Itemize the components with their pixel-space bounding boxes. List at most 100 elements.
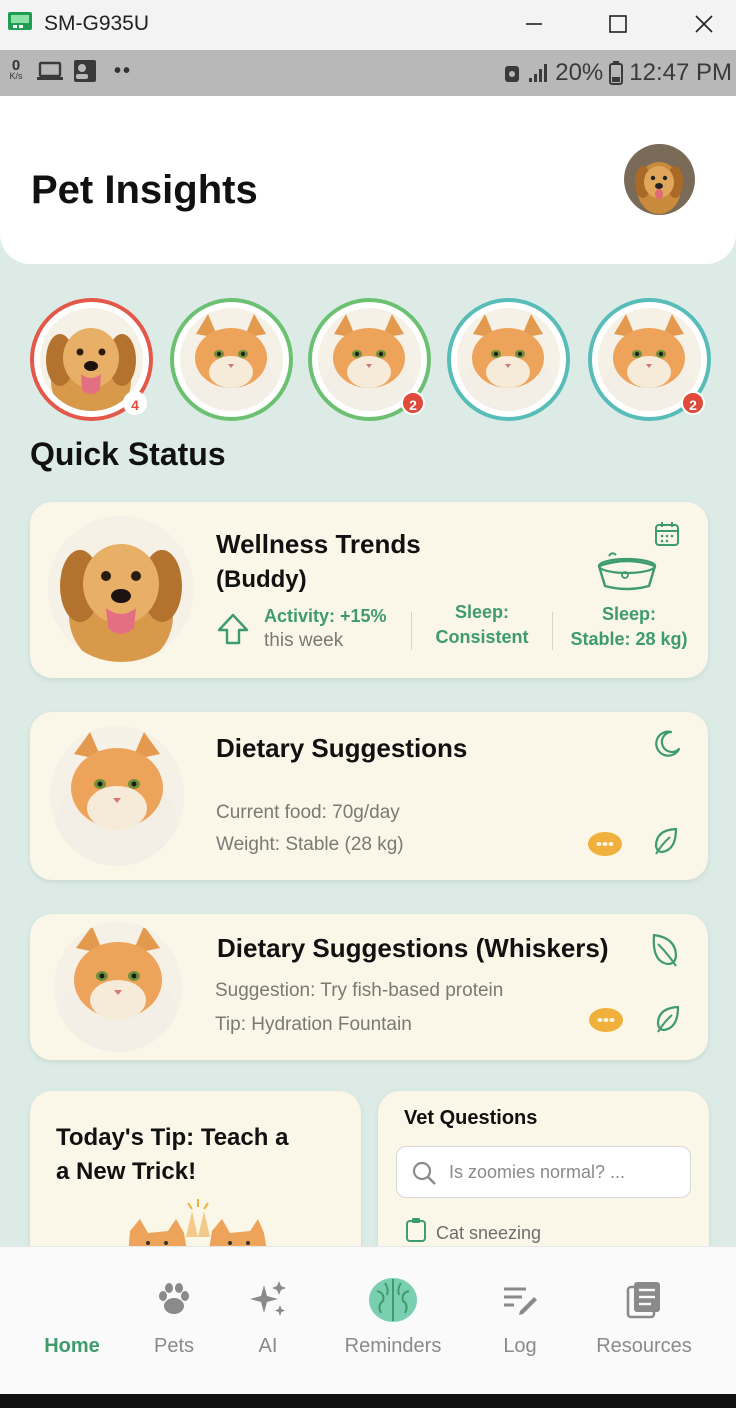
clock: 12:47 PM xyxy=(629,59,732,86)
dietary-title: Dietary Suggestions xyxy=(216,733,468,763)
current-food: Current food: 70g/day xyxy=(216,802,400,823)
nav-ai[interactable]: AI xyxy=(208,1247,328,1394)
pet-avatar-strip: 4 2 2 xyxy=(0,298,736,422)
wellness-title-line2: (Buddy) xyxy=(216,566,307,593)
nav-reminders[interactable]: Reminders xyxy=(333,1247,453,1394)
search-placeholder: Is zoomies normal? ... xyxy=(449,1162,626,1182)
dietary-whiskers-title: Dietary Suggestions (Whiskers) xyxy=(217,933,609,963)
buddy-photo xyxy=(48,516,194,662)
minimize-icon xyxy=(526,23,542,25)
pet-avatar-cat[interactable] xyxy=(447,298,570,421)
close-button[interactable] xyxy=(674,6,734,42)
cat-photo-icon xyxy=(54,922,182,1052)
tip-heading-line1: Today's Tip: Teach a xyxy=(56,1124,289,1151)
tip-heading: Today's Tip: Teach a a New Trick! xyxy=(56,1121,288,1189)
vet-question-item[interactable]: Cat sneezing xyxy=(436,1223,541,1244)
activity-value: Activity: +15% xyxy=(264,606,387,626)
clipboard-icon xyxy=(406,1218,426,1242)
signal-icon xyxy=(529,64,548,82)
notification-badge: 2 xyxy=(401,391,425,415)
page-title: Pet Insights xyxy=(31,168,258,212)
net-speed-unit: K/s xyxy=(9,71,23,81)
cat-icon xyxy=(180,308,283,411)
nav-log[interactable]: Log xyxy=(460,1247,580,1394)
battery-percent: 20% xyxy=(555,59,604,86)
tip-heading-line2: a New Trick! xyxy=(56,1158,197,1185)
edit-list-icon xyxy=(504,1287,537,1315)
nav-label: Log xyxy=(503,1335,537,1357)
sleep-label: Sleep: xyxy=(454,602,510,622)
divider xyxy=(411,612,412,650)
cat-photo-icon xyxy=(50,726,184,866)
net-speed-value: 0 xyxy=(11,57,21,74)
tip-text: Tip: Hydration Fountain xyxy=(215,1014,412,1035)
weight-status: Weight: Stable (28 kg) xyxy=(216,834,404,855)
leaf-icon xyxy=(656,1005,680,1033)
search-icon xyxy=(412,1161,436,1185)
sleep-value: Consistent xyxy=(435,627,529,647)
wellness-title-line1: Wellness Trends xyxy=(216,529,421,559)
bottom-navigation: Home Pets AI Reminders Log Resources xyxy=(0,1246,736,1394)
app-screen: Pet Insights 4 2 2 Quick Status Wellness T… xyxy=(0,96,736,1394)
sleep-stable-stat: Sleep: Stable: 28 kg) xyxy=(564,602,694,652)
maximize-button[interactable] xyxy=(588,6,648,42)
dietary-whiskers-card[interactable]: Dietary Suggestions (Whiskers) Suggestio… xyxy=(30,914,708,1060)
pet-bowl-icon xyxy=(597,552,657,591)
contact-card-icon xyxy=(74,60,96,82)
dietary-suggestions-card[interactable]: Dietary Suggestions Current food: 70g/da… xyxy=(30,712,708,880)
document-icon xyxy=(626,1282,660,1319)
wellness-trends-card[interactable]: Wellness Trends (Buddy) Activity: +15% t… xyxy=(30,502,708,678)
maximize-icon xyxy=(609,15,627,33)
close-icon xyxy=(695,15,713,33)
window-titlebar: SM-G935U xyxy=(0,0,736,50)
alarm-icon xyxy=(505,66,520,82)
arrow-up-icon xyxy=(217,613,249,645)
dog-avatar-icon xyxy=(624,144,695,215)
vet-search-input[interactable]: Is zoomies normal? ... xyxy=(396,1146,691,1198)
battery-icon xyxy=(609,61,624,85)
navigation-bar-strip xyxy=(0,1394,736,1408)
more-notifications-dots: •• xyxy=(114,59,133,82)
whiskers-photo xyxy=(54,922,182,1052)
status-bar: 0 K/s •• 20% 12:47 PM xyxy=(0,50,736,96)
cat-photo xyxy=(50,726,184,866)
user-avatar[interactable] xyxy=(624,144,695,215)
pet-avatar-cat[interactable]: 2 xyxy=(588,298,711,421)
divider xyxy=(552,612,553,650)
window-title: SM-G935U xyxy=(44,12,150,35)
pet-avatar-cat[interactable]: 2 xyxy=(308,298,431,421)
calendar-icon[interactable] xyxy=(653,520,681,548)
cat-icon xyxy=(457,308,560,411)
sparkle-icon xyxy=(250,1281,286,1316)
activity-period: this week xyxy=(264,630,344,651)
nav-label: Resources xyxy=(596,1335,692,1357)
nav-resources[interactable]: Resources xyxy=(584,1247,704,1394)
notification-badge: 2 xyxy=(681,391,705,415)
suggestion-text: Suggestion: Try fish-based protein xyxy=(215,980,504,1001)
minimize-button[interactable] xyxy=(504,6,564,42)
food-kibble-icon xyxy=(589,1008,623,1032)
food-kibble-icon xyxy=(588,832,622,856)
sleep-consistent-stat: Sleep: Consistent xyxy=(424,600,540,650)
moon-icon[interactable] xyxy=(652,729,682,759)
nav-label: AI xyxy=(258,1335,278,1357)
vet-questions-title: Vet Questions xyxy=(404,1107,538,1129)
sleep-label: Sleep: xyxy=(601,604,657,624)
app-icon xyxy=(8,12,32,30)
paw-icon xyxy=(159,1283,189,1314)
dog-photo-icon xyxy=(48,516,194,662)
app-header: Pet Insights xyxy=(0,96,736,264)
sleep-value: Stable: 28 kg) xyxy=(570,629,688,649)
nav-label: Reminders xyxy=(344,1335,442,1357)
leaf-icon[interactable] xyxy=(648,932,680,968)
brain-icon xyxy=(369,1278,417,1322)
quick-status-heading: Quick Status xyxy=(30,436,226,472)
cat-face xyxy=(457,308,560,411)
net-speed-indicator: 0 K/s xyxy=(4,57,28,82)
pet-avatar-cat[interactable] xyxy=(170,298,293,421)
pet-avatar-dog[interactable]: 4 xyxy=(30,298,153,421)
laptop-icon xyxy=(37,61,63,80)
leaf-icon xyxy=(654,827,678,855)
notification-badge: 4 xyxy=(123,391,147,415)
cat-face xyxy=(180,308,283,411)
